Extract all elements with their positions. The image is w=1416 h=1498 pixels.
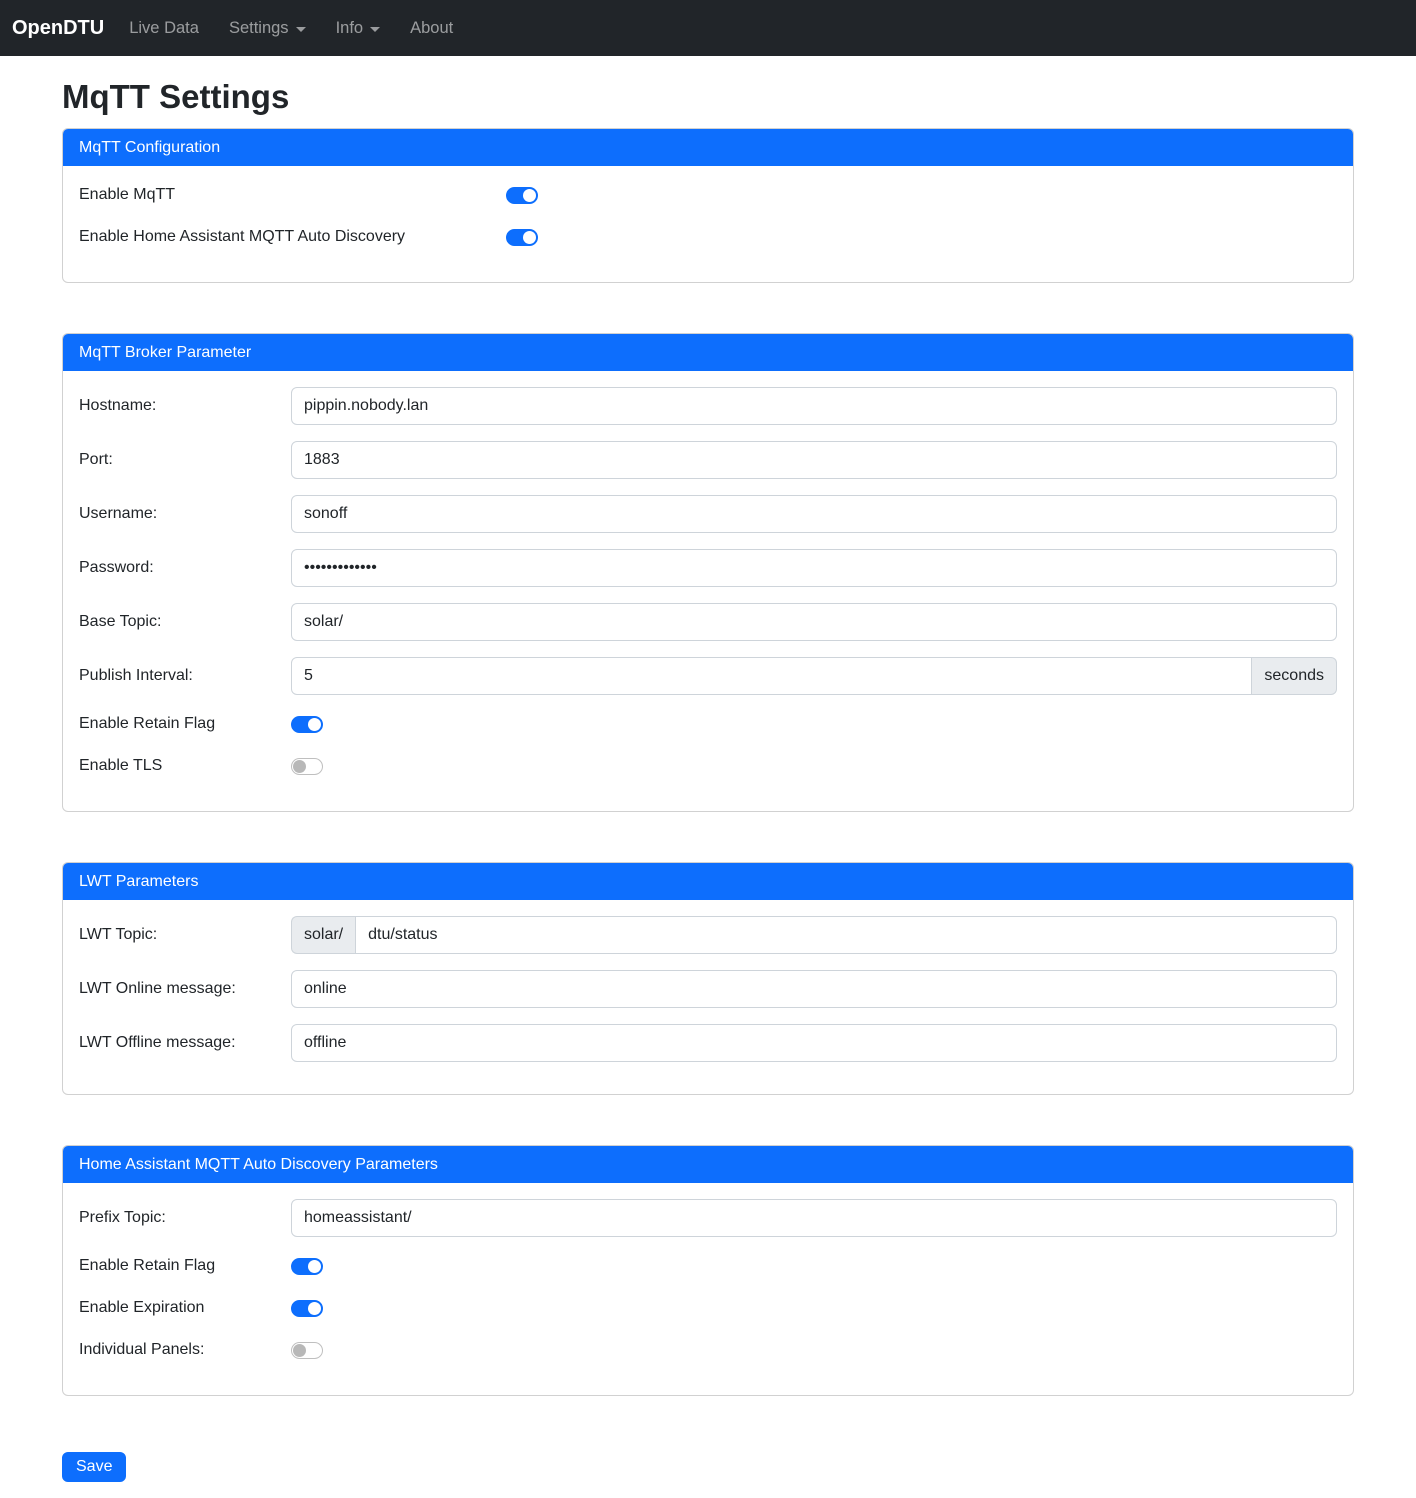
top-navbar: OpenDTU Live Data Settings Info About [0,0,1416,56]
save-button[interactable]: Save [62,1452,126,1482]
base-topic-label: Base Topic: [79,613,291,631]
ha-retain-label: Enable Retain Flag [79,1257,291,1275]
username-label: Username: [79,505,291,523]
enable-ha-discovery-toggle[interactable] [506,229,538,246]
base-topic-input[interactable] [291,603,1337,641]
main-container: MqTT Settings MqTT Configuration Enable … [62,77,1354,1498]
individual-panels-label: Individual Panels: [79,1341,291,1359]
nav-info-label: Info [336,19,364,38]
lwt-offline-input[interactable] [291,1024,1337,1062]
enable-tls-label: Enable TLS [79,757,291,775]
lwt-parameters-body: LWT Topic: solar/ LWT Online message: LW… [63,900,1353,1094]
ha-expiration-row: Enable Expiration [79,1295,1337,1321]
publish-interval-unit: seconds [1252,657,1337,695]
enable-ha-discovery-label: Enable Home Assistant MQTT Auto Discover… [79,228,506,246]
nav-about-label: About [410,19,453,38]
page-title: MqTT Settings [62,77,1354,117]
individual-panels-toggle[interactable] [291,1342,323,1359]
enable-retain-row: Enable Retain Flag [79,711,1337,737]
nav-item-about[interactable]: About [395,11,468,46]
ha-retain-toggle[interactable] [291,1258,323,1275]
ha-discovery-card: Home Assistant MQTT Auto Discovery Param… [62,1145,1354,1396]
enable-ha-discovery-row: Enable Home Assistant MQTT Auto Discover… [79,224,1337,250]
lwt-topic-row: LWT Topic: solar/ [79,916,1337,954]
enable-mqtt-row: Enable MqTT [79,182,1337,208]
mqtt-configuration-card: MqTT Configuration Enable MqTT Enable Ho… [62,128,1354,283]
brand-opendtu[interactable]: OpenDTU [12,13,104,44]
ha-expiration-label: Enable Expiration [79,1299,291,1317]
mqtt-configuration-body: Enable MqTT Enable Home Assistant MQTT A… [63,166,1353,282]
ha-expiration-toggle[interactable] [291,1300,323,1317]
publish-interval-row: Publish Interval: seconds [79,657,1337,695]
enable-retain-toggle[interactable] [291,716,323,733]
individual-panels-row: Individual Panels: [79,1337,1337,1363]
mqtt-broker-body: Hostname: Port: Username: Password: Base… [63,371,1353,811]
nav-item-settings[interactable]: Settings [214,11,321,46]
publish-interval-input[interactable] [291,657,1252,695]
username-input[interactable] [291,495,1337,533]
nav-item-info[interactable]: Info [321,11,396,46]
username-row: Username: [79,495,1337,533]
lwt-online-row: LWT Online message: [79,970,1337,1008]
prefix-topic-input[interactable] [291,1199,1337,1237]
prefix-topic-row: Prefix Topic: [79,1199,1337,1237]
lwt-topic-input[interactable] [355,916,1337,954]
port-label: Port: [79,451,291,469]
prefix-topic-label: Prefix Topic: [79,1209,291,1227]
lwt-offline-row: LWT Offline message: [79,1024,1337,1062]
lwt-topic-group: solar/ [291,916,1337,954]
hostname-input[interactable] [291,387,1337,425]
mqtt-configuration-header: MqTT Configuration [63,129,1353,166]
lwt-online-label: LWT Online message: [79,980,291,998]
enable-tls-toggle[interactable] [291,758,323,775]
mqtt-broker-header: MqTT Broker Parameter [63,334,1353,371]
lwt-parameters-card: LWT Parameters LWT Topic: solar/ LWT Onl… [62,862,1354,1095]
enable-retain-label: Enable Retain Flag [79,715,291,733]
nav-settings-label: Settings [229,19,289,38]
base-topic-row: Base Topic: [79,603,1337,641]
hostname-row: Hostname: [79,387,1337,425]
lwt-parameters-header: LWT Parameters [63,863,1353,900]
ha-discovery-body: Prefix Topic: Enable Retain Flag Enable … [63,1183,1353,1395]
ha-discovery-header: Home Assistant MQTT Auto Discovery Param… [63,1146,1353,1183]
publish-interval-group: seconds [291,657,1337,695]
password-row: Password: [79,549,1337,587]
lwt-online-input[interactable] [291,970,1337,1008]
hostname-label: Hostname: [79,397,291,415]
port-row: Port: [79,441,1337,479]
enable-tls-row: Enable TLS [79,753,1337,779]
caret-down-icon [370,27,380,32]
mqtt-broker-card: MqTT Broker Parameter Hostname: Port: Us… [62,333,1354,812]
enable-mqtt-toggle[interactable] [506,187,538,204]
caret-down-icon [296,27,306,32]
enable-mqtt-label: Enable MqTT [79,186,506,204]
password-label: Password: [79,559,291,577]
nav-item-live-data[interactable]: Live Data [114,11,214,46]
ha-retain-row: Enable Retain Flag [79,1253,1337,1279]
lwt-topic-label: LWT Topic: [79,926,291,944]
password-input[interactable] [291,549,1337,587]
port-input[interactable] [291,441,1337,479]
publish-interval-label: Publish Interval: [79,667,291,685]
navbar-nav: Live Data Settings Info About [114,11,468,46]
nav-live-data-label: Live Data [129,19,199,38]
lwt-topic-prefix: solar/ [291,916,355,954]
lwt-offline-label: LWT Offline message: [79,1034,291,1052]
